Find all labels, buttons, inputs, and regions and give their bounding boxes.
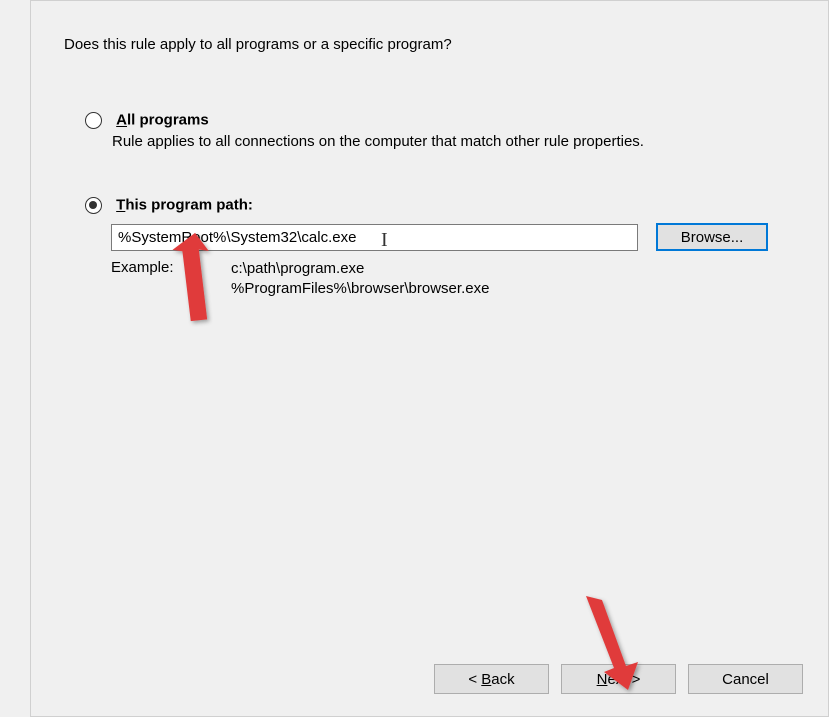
option-this-program[interactable]: This program path: — [85, 196, 253, 214]
cancel-button[interactable]: Cancel — [688, 664, 803, 694]
radio-this-program[interactable] — [85, 197, 102, 214]
example-label: Example: — [111, 259, 231, 300]
all-programs-desc: Rule applies to all connections on the c… — [112, 133, 644, 150]
browse-button[interactable]: Browse... — [656, 223, 768, 251]
option-all-programs[interactable]: All programs Rule applies to all connect… — [85, 111, 644, 150]
program-path-row: Browse... — [111, 223, 768, 251]
radio-all-programs[interactable] — [85, 112, 102, 129]
firewall-rule-program-dialog: Does this rule apply to all programs or … — [30, 0, 829, 717]
example-line1: c:\path\program.exe — [231, 259, 489, 279]
footer-buttons: < Back Next > Cancel — [434, 664, 803, 694]
example-paths: c:\path\program.exe %ProgramFiles%\brows… — [231, 259, 489, 300]
example-line2: %ProgramFiles%\browser\browser.exe — [231, 279, 489, 299]
prompt-text: Does this rule apply to all programs or … — [64, 36, 452, 53]
next-button[interactable]: Next > — [561, 664, 676, 694]
radio-all-label: All programs — [116, 112, 209, 129]
back-button[interactable]: < Back — [434, 664, 549, 694]
example-row: Example: c:\path\program.exe %ProgramFil… — [111, 259, 489, 300]
radio-this-label: This program path: — [116, 197, 253, 214]
program-path-input[interactable] — [111, 224, 638, 251]
